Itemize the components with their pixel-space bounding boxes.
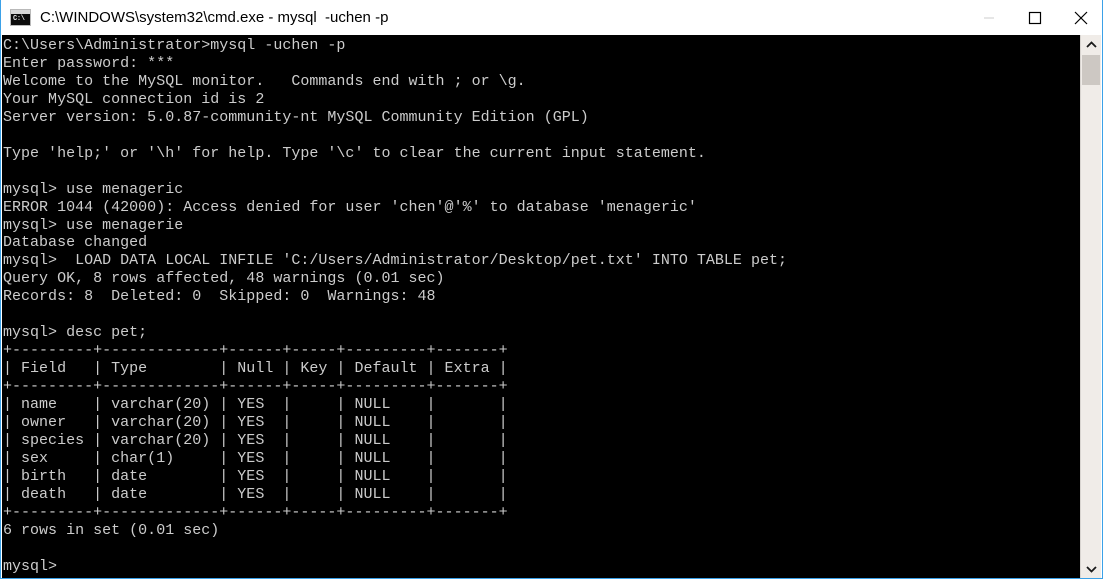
chevron-up-icon (1085, 40, 1097, 48)
scroll-down-arrow-button[interactable] (1081, 559, 1101, 578)
window-title: C:\WINDOWS\system32\cmd.exe - mysql -uch… (40, 9, 389, 26)
console-output-area[interactable]: C:\Users\Administrator>mysql -uchen -p E… (2, 35, 1082, 578)
scrollbar-thumb[interactable] (1082, 55, 1100, 85)
minimize-button[interactable] (966, 0, 1012, 35)
cmd-icon: C:\ (10, 9, 31, 26)
chevron-down-icon (1085, 565, 1097, 573)
console-text: C:\Users\Administrator>mysql -uchen -p E… (3, 37, 787, 575)
vertical-scrollbar[interactable] (1080, 35, 1101, 578)
minimize-icon (984, 16, 994, 19)
scroll-up-arrow-button[interactable] (1081, 35, 1101, 54)
cmd-icon-prompt-glyph: C:\ (13, 15, 25, 23)
close-button[interactable] (1058, 0, 1102, 35)
window-controls (966, 0, 1102, 35)
maximize-icon (1028, 11, 1042, 24)
scrollbar-track[interactable] (1081, 85, 1101, 559)
title-bar-left: C:\ C:\WINDOWS\system32\cmd.exe - mysql … (1, 9, 966, 26)
maximize-button[interactable] (1012, 0, 1058, 35)
cmd-icon-titlebar-stripe (11, 10, 30, 14)
title-bar[interactable]: C:\ C:\WINDOWS\system32\cmd.exe - mysql … (1, 0, 1102, 35)
close-icon (1074, 11, 1088, 24)
cmd-window: C:\ C:\WINDOWS\system32\cmd.exe - mysql … (0, 0, 1103, 579)
